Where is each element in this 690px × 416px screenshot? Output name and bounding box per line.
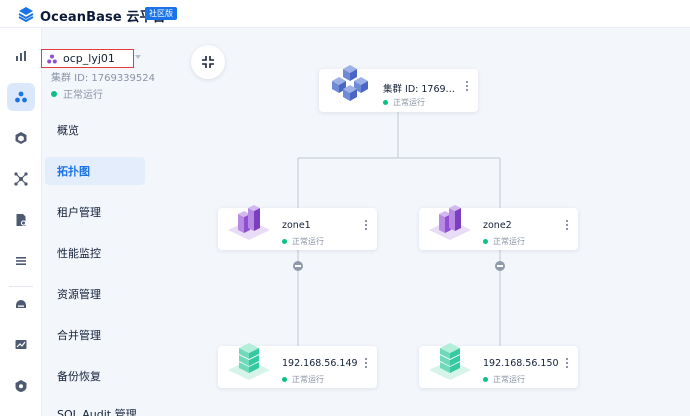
cluster-cubes-icon bbox=[332, 65, 368, 101]
server-node-status-text: 正常运行 bbox=[292, 375, 324, 384]
security-nav-button[interactable] bbox=[7, 372, 35, 400]
zone-node[interactable]: zone2 正常运行 bbox=[419, 205, 578, 250]
list-nav-button[interactable] bbox=[7, 247, 35, 275]
menu-item-topology[interactable]: 拓扑图 bbox=[45, 157, 145, 185]
cluster-name: ocp_lyj01 bbox=[63, 52, 115, 65]
server-node-status: 正常运行 bbox=[483, 374, 525, 385]
cube-icon bbox=[15, 132, 27, 144]
zone-node-title: zone1 bbox=[282, 220, 311, 231]
zone-node-title: zone2 bbox=[483, 220, 512, 231]
menu-item-overview[interactable]: 概览 bbox=[45, 116, 145, 144]
more-vertical-icon[interactable] bbox=[464, 79, 470, 93]
server-stack-icon bbox=[429, 343, 471, 380]
server-stack-icon bbox=[228, 343, 270, 380]
cluster-icon bbox=[15, 91, 27, 103]
network-icon bbox=[14, 172, 28, 186]
cluster-node-title: 集群 ID: 1769… bbox=[383, 84, 456, 95]
zone-node-status: 正常运行 bbox=[282, 236, 324, 247]
cluster-selector[interactable]: ocp_lyj01 bbox=[41, 49, 134, 68]
more-vertical-icon[interactable] bbox=[564, 356, 570, 370]
server-node-title: 192.168.56.150 bbox=[483, 358, 559, 369]
document-nav-button[interactable] bbox=[7, 206, 35, 234]
zone-node-status-text: 正常运行 bbox=[493, 237, 525, 246]
menu-item-tenant-management[interactable]: 租户管理 bbox=[45, 198, 145, 226]
edition-badge: 社区版 bbox=[145, 7, 177, 20]
status-dot-icon bbox=[483, 377, 488, 382]
menu-item-merge-management[interactable]: 合并管理 bbox=[45, 321, 145, 349]
status-dot-icon bbox=[383, 100, 388, 105]
oceanbase-logo-icon bbox=[18, 7, 34, 22]
cluster-node-status-text: 正常运行 bbox=[393, 98, 425, 107]
collapse-minus-icon[interactable] bbox=[293, 261, 303, 271]
cluster-node[interactable]: 集群 ID: 1769… 正常运行 bbox=[319, 65, 478, 112]
monitor-nav-button[interactable] bbox=[7, 331, 35, 359]
menu-item-resource-management[interactable]: 资源管理 bbox=[45, 280, 145, 308]
server-node[interactable]: 192.168.56.150 正常运行 bbox=[419, 343, 578, 388]
more-vertical-icon[interactable] bbox=[564, 218, 570, 232]
database-icon bbox=[16, 300, 26, 308]
tenant-nav-button[interactable] bbox=[7, 124, 35, 152]
collapse-fullscreen-icon bbox=[202, 56, 214, 68]
more-vertical-icon[interactable] bbox=[363, 218, 369, 232]
zone-node[interactable]: zone1 正常运行 bbox=[218, 205, 377, 250]
cluster-node-status: 正常运行 bbox=[383, 97, 425, 108]
zone-building-icon bbox=[429, 205, 471, 240]
server-node-status-text: 正常运行 bbox=[493, 375, 525, 384]
cluster-nav-button[interactable] bbox=[7, 83, 35, 111]
rail-divider bbox=[9, 286, 33, 287]
cluster-id: 集群 ID: 1769339524 bbox=[51, 73, 155, 84]
shield-icon bbox=[15, 380, 27, 392]
server-node-title: 192.168.56.149 bbox=[282, 358, 358, 369]
top-bar: OceanBase 云平台 社区版 bbox=[0, 0, 690, 28]
zone-building-icon bbox=[228, 205, 270, 240]
status-dot-icon bbox=[282, 239, 287, 244]
menu-item-performance-monitoring[interactable]: 性能监控 bbox=[45, 239, 145, 267]
more-vertical-icon[interactable] bbox=[363, 356, 369, 370]
zone-node-status-text: 正常运行 bbox=[292, 237, 324, 246]
status-dot-icon bbox=[51, 90, 57, 97]
document-icon bbox=[16, 214, 27, 226]
status-dot-icon bbox=[483, 239, 488, 244]
network-nav-button[interactable] bbox=[7, 165, 35, 193]
zone-node-status: 正常运行 bbox=[483, 236, 525, 247]
list-icon bbox=[16, 257, 26, 265]
cluster-status-text: 正常运行 bbox=[63, 90, 103, 101]
icon-rail bbox=[0, 28, 42, 416]
monitor-icon bbox=[15, 340, 27, 349]
overview-nav-button[interactable] bbox=[7, 42, 35, 70]
server-node[interactable]: 192.168.56.149 正常运行 bbox=[218, 343, 377, 388]
menu-item-sql-audit[interactable]: SQL Audit 管理 bbox=[45, 400, 145, 416]
database-nav-button[interactable] bbox=[7, 290, 35, 318]
chevron-down-icon[interactable] bbox=[135, 55, 141, 59]
cluster-icon bbox=[47, 54, 57, 63]
chart-bar-icon bbox=[16, 51, 26, 61]
menu-item-backup-restore[interactable]: 备份恢复 bbox=[45, 362, 145, 390]
status-dot-icon bbox=[282, 377, 287, 382]
cluster-status: 正常运行 bbox=[51, 86, 103, 101]
collapse-minus-icon[interactable] bbox=[495, 261, 505, 271]
fullscreen-button[interactable] bbox=[191, 45, 225, 79]
server-node-status: 正常运行 bbox=[282, 374, 324, 385]
